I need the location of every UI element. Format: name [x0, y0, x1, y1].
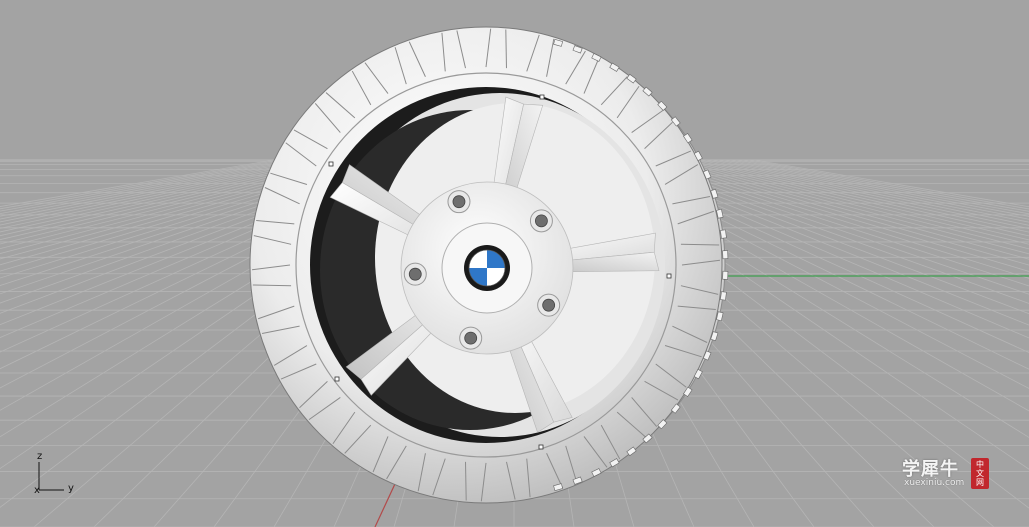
- tread-groove: [252, 284, 292, 287]
- stamp-char: 中: [976, 460, 984, 469]
- tread-groove: [505, 29, 507, 69]
- bmw-emblem-icon: [464, 245, 510, 291]
- lug-hole-center: [452, 195, 466, 209]
- axis-label-y: y: [68, 483, 74, 494]
- viewport-scene[interactable]: [0, 0, 1029, 527]
- lug-hole-center: [464, 331, 478, 345]
- stamp-char: 文: [976, 469, 984, 478]
- watermark-stamp: 中 文 网: [971, 458, 989, 489]
- lug-hole-center: [535, 214, 548, 228]
- lug-hole-center: [542, 298, 556, 312]
- lug-hole-center: [408, 267, 422, 281]
- tread-block: [720, 291, 727, 301]
- tread-groove: [680, 243, 720, 246]
- stamp-char: 网: [976, 478, 984, 487]
- rhino-viewport[interactable]: z x y 学犀牛 xuexiniu.com 中 文 网: [0, 0, 1029, 527]
- watermark-url: xuexiniu.com: [904, 478, 965, 488]
- tread-groove: [465, 461, 467, 501]
- world-axis-icon: z x y: [30, 448, 90, 500]
- wheel-model[interactable]: [249, 26, 729, 504]
- axis-label-x: x: [34, 485, 40, 496]
- watermark: 学犀牛 xuexiniu.com 中 文 网: [898, 453, 994, 491]
- tread-block: [722, 270, 729, 280]
- axis-label-z: z: [37, 451, 43, 462]
- tread-block: [720, 229, 727, 239]
- tread-block: [722, 250, 729, 260]
